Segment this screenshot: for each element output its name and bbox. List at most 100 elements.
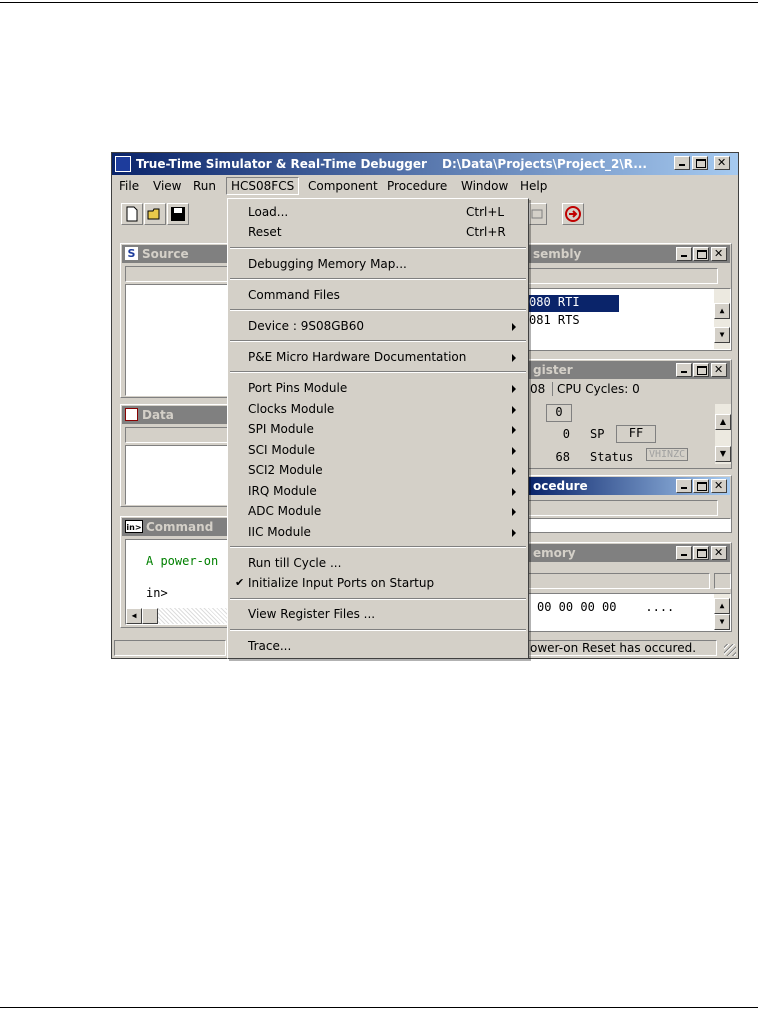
register-title: gister: [533, 363, 573, 377]
register-maximize-button[interactable]: [693, 363, 709, 377]
procedure-maximize-button[interactable]: [693, 479, 709, 493]
save-icon[interactable]: [167, 203, 189, 225]
data-panel-titlebar[interactable]: Data: [122, 406, 230, 424]
menu-item-irq-module[interactable]: IRQ Module: [248, 484, 317, 498]
menu-help[interactable]: Help: [520, 179, 547, 193]
sp-value[interactable]: FF: [616, 425, 656, 443]
menu-item-command-files[interactable]: Command Files: [248, 288, 340, 302]
reset-icon[interactable]: [562, 203, 584, 225]
register-minimize-button[interactable]: [676, 363, 692, 377]
new-file-icon[interactable]: [121, 203, 143, 225]
menu-separator: [230, 546, 526, 548]
assembly-vscroll[interactable]: ▲ ▼: [714, 289, 730, 349]
procedure-panel-titlebar[interactable]: ocedure: [529, 477, 730, 495]
hcs08fcs-menu: Load... Ctrl+L Reset Ctrl+R Debugging Me…: [227, 198, 529, 659]
assembly-maximize-button[interactable]: [693, 247, 709, 261]
menu-item-sci-module[interactable]: SCI Module: [248, 443, 315, 457]
menu-item-port-pins-module[interactable]: Port Pins Module: [248, 381, 347, 395]
memory-minimize-button[interactable]: [676, 546, 692, 560]
assembly-title: sembly: [533, 247, 582, 261]
title-bar[interactable]: True-Time Simulator & Real-Time Debugger…: [112, 153, 738, 175]
status-message: ower-on Reset has occured.: [527, 640, 717, 656]
register-value[interactable]: 0: [546, 404, 572, 422]
command-panel-titlebar[interactable]: in> Command: [122, 518, 230, 536]
assembly-minimize-button[interactable]: [676, 247, 692, 261]
source-text-area[interactable]: [125, 284, 231, 396]
register-vscroll[interactable]: ▲ ▼: [715, 404, 731, 464]
procedure-minimize-button[interactable]: [676, 479, 692, 493]
status-value[interactable]: VHINZC: [646, 448, 689, 461]
source-location-field: [125, 266, 231, 282]
procedure-list[interactable]: [528, 518, 731, 532]
procedure-close-button[interactable]: [711, 479, 727, 493]
register-cpu-prefix: 08: [530, 382, 546, 396]
menu-item-reset[interactable]: Reset: [248, 225, 282, 239]
submenu-arrow-icon: [512, 508, 516, 516]
memory-vscroll[interactable]: ▲ ▼: [714, 594, 730, 630]
menu-item-adc-module[interactable]: ADC Module: [248, 504, 321, 518]
open-folder-icon[interactable]: [144, 203, 166, 225]
command-prompt[interactable]: in>: [146, 586, 168, 600]
menu-item-spi-module[interactable]: SPI Module: [248, 422, 314, 436]
menu-item-trace[interactable]: Trace...: [248, 639, 291, 653]
menu-hcs08fcs[interactable]: HCS08FCS: [226, 177, 300, 195]
memory-panel: emory 00 00 00 00 .... ▲ ▼: [527, 542, 732, 632]
submenu-arrow-icon: [512, 406, 516, 414]
menu-window[interactable]: Window: [461, 179, 508, 193]
memory-format-field: [714, 573, 731, 589]
menu-item-device[interactable]: Device : 9S08GB60: [248, 319, 364, 333]
menu-run[interactable]: Run: [193, 179, 216, 193]
menu-separator: [230, 309, 526, 311]
assembly-close-button[interactable]: [711, 247, 727, 261]
source-panel-titlebar[interactable]: S Source: [122, 245, 230, 263]
memory-text-area[interactable]: 00 00 00 00 .... ▲ ▼: [528, 593, 731, 631]
menu-item-run-till-cycle[interactable]: Run till Cycle ...: [248, 556, 341, 570]
command-hscroll[interactable]: ◀: [126, 608, 230, 624]
menu-item-debugging-memory-map[interactable]: Debugging Memory Map...: [248, 257, 407, 271]
menu-item-clocks-module[interactable]: Clocks Module: [248, 402, 334, 416]
submenu-arrow-icon: [512, 385, 516, 393]
resize-grip-icon[interactable]: [724, 644, 736, 656]
assembly-text-area[interactable]: 080 RTI 081 RTS ▲ ▼: [528, 288, 731, 350]
assembly-row[interactable]: 081 RTS: [529, 313, 580, 327]
register-panel-titlebar[interactable]: gister: [529, 361, 730, 379]
memory-panel-titlebar[interactable]: emory: [529, 544, 730, 562]
register-value[interactable]: 68: [546, 450, 570, 464]
sp-label: SP: [590, 427, 605, 441]
cpu-cycles: CPU Cycles: 0: [552, 382, 640, 396]
toolbar-button-partial[interactable]: [529, 203, 547, 225]
menu-item-pe-documentation[interactable]: P&E Micro Hardware Documentation: [248, 350, 466, 364]
register-close-button[interactable]: [711, 363, 727, 377]
memory-location-field: [528, 573, 710, 589]
menu-item-sci2-module[interactable]: SCI2 Module: [248, 463, 323, 477]
submenu-arrow-icon: [512, 447, 516, 455]
assembly-panel-titlebar[interactable]: sembly: [529, 245, 730, 263]
menu-separator: [230, 371, 526, 373]
menu-item-view-register-files[interactable]: View Register Files ...: [248, 607, 375, 621]
menu-item-load[interactable]: Load...: [248, 205, 288, 219]
menu-view[interactable]: View: [153, 179, 181, 193]
menu-item-iic-module[interactable]: IIC Module: [248, 525, 311, 539]
data-location-field: [125, 427, 231, 443]
memory-maximize-button[interactable]: [693, 546, 709, 560]
assembly-panel: sembly 080 RTI 081 RTS ▲ ▼: [527, 243, 732, 351]
menu-procedure[interactable]: Procedure: [387, 179, 447, 193]
command-text-area[interactable]: A power-on in> ◀: [125, 539, 231, 625]
data-text-area[interactable]: [125, 445, 231, 505]
memory-close-button[interactable]: [711, 546, 727, 560]
minimize-button[interactable]: [674, 156, 690, 170]
menu-component[interactable]: Component: [308, 179, 378, 193]
submenu-arrow-icon: [512, 488, 516, 496]
assembly-row-selected[interactable]: 080 RTI: [529, 295, 619, 312]
close-button[interactable]: [714, 156, 730, 170]
source-title: Source: [142, 247, 189, 261]
menu-file[interactable]: File: [119, 179, 139, 193]
window-path: D:\Data\Projects\Project_2\R...: [442, 157, 647, 171]
register-value[interactable]: 0: [546, 427, 570, 441]
shortcut-load: Ctrl+L: [466, 205, 505, 219]
maximize-button[interactable]: [692, 156, 708, 170]
shortcut-reset: Ctrl+R: [466, 225, 506, 239]
menu-item-initialize-input-ports[interactable]: Initialize Input Ports on Startup: [248, 576, 434, 590]
checkmark-icon: ✔: [235, 576, 245, 589]
bottom-rule: [0, 1007, 758, 1008]
